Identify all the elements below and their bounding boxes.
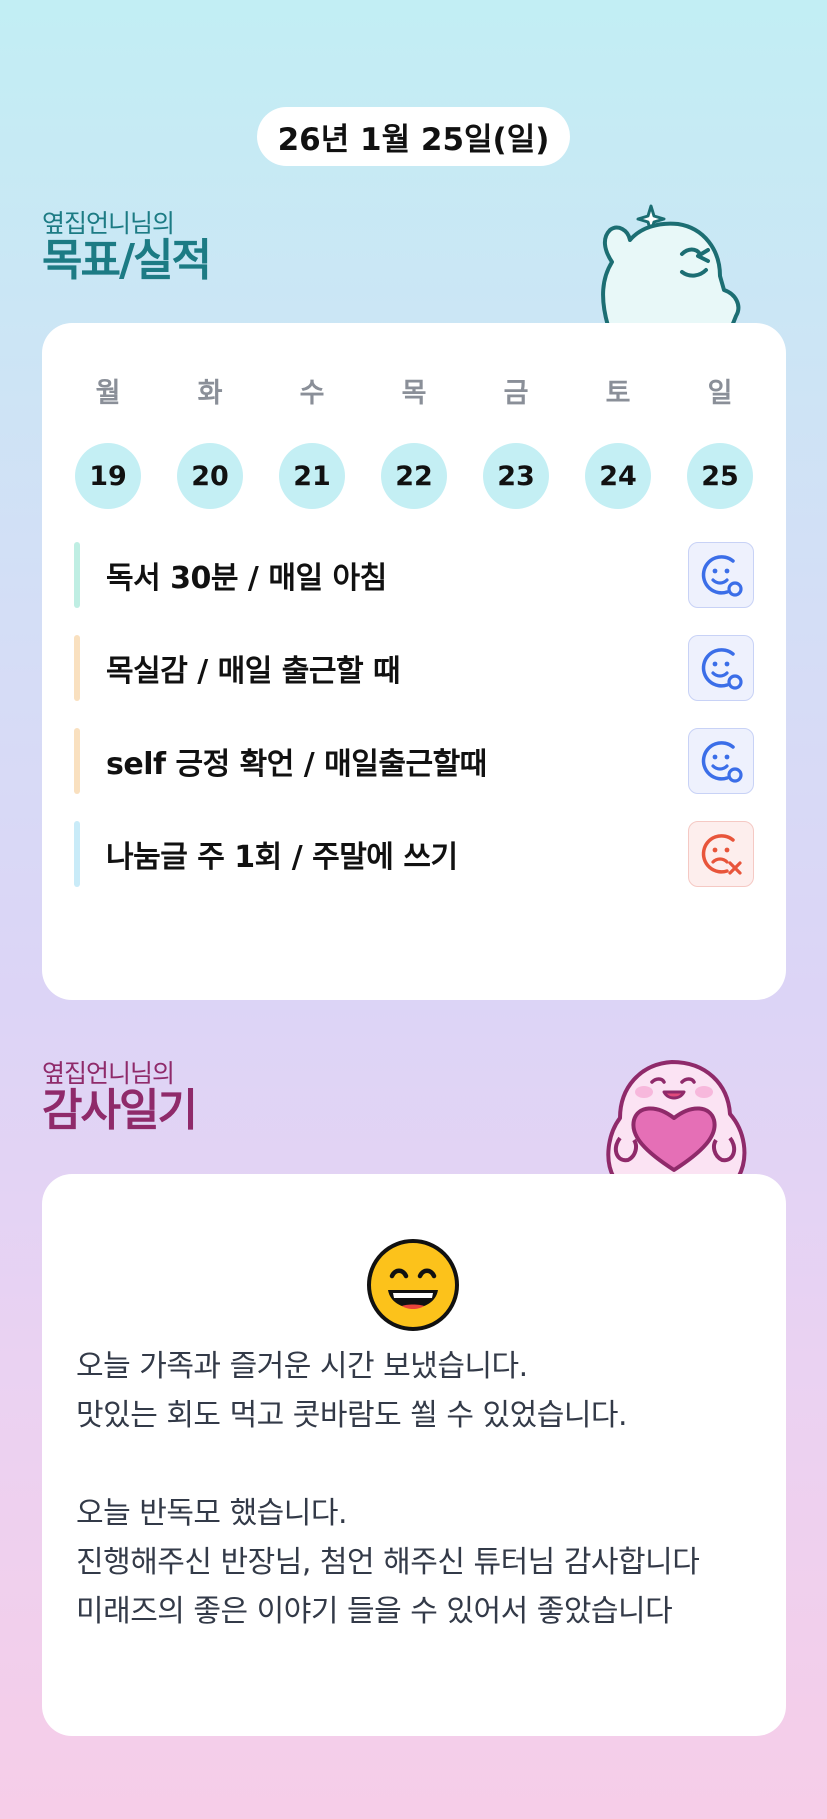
date-circle[interactable]: 20 [177,443,243,509]
weekday-label: 화 [197,378,223,409]
goal-text: 나눔글 주 1회 / 주말에 쓰기 [106,840,458,875]
weekday-label: 토 [605,378,631,409]
goal-color-bar [74,821,80,887]
goal-text: self 긍정 확언 / 매일출근할때 [106,747,487,782]
date-label: 26년 1월 25일(일) [277,122,550,158]
goal-color-bar [74,728,80,794]
smile-check-icon [701,741,743,783]
goal-item[interactable]: 독서 30분 / 매일 아침 [74,542,754,608]
goal-text: 독서 30분 / 매일 아침 [106,561,387,596]
date-circle[interactable]: 22 [381,443,447,509]
goal-item[interactable]: 나눔글 주 1회 / 주말에 쓰기 [74,821,754,887]
smile-check-icon [701,648,743,690]
day-column[interactable]: 토 24 [584,377,652,509]
goal-item[interactable]: self 긍정 확언 / 매일출근할때 [74,728,754,794]
day-column[interactable]: 목 22 [380,377,448,509]
goal-status-button[interactable] [688,542,754,608]
weekday-label: 일 [707,378,733,409]
grinning-face-icon [367,1239,459,1331]
weekday-label: 목 [401,378,427,409]
date-circle[interactable]: 23 [483,443,549,509]
day-column[interactable]: 수 21 [278,377,346,509]
smile-check-icon [701,555,743,597]
day-column[interactable]: 일 25 [686,377,754,509]
diary-owner-label: 옆집언니님의 [42,1059,175,1088]
goals-card: 월 19 화 20 수 21 목 22 금 23 토 24 일 25 독서 30분 / 매일 … [42,323,786,1000]
date-circle[interactable]: 19 [75,443,141,509]
goals-section-header: 옆집언니님의 목표/실적 [42,209,212,286]
goal-text: 목실감 / 매일 출근할 때 [106,654,401,689]
goal-status-button[interactable] [688,728,754,794]
diary-card: 오늘 가족과 즐거운 시간 보냈습니다. 맛있는 회도 먹고 콧바람도 쐴 수 … [42,1174,786,1736]
goal-color-bar [74,542,80,608]
mascot-character-icon [601,204,741,326]
weekday-label: 월 [95,378,121,409]
day-column[interactable]: 월 19 [74,377,142,509]
mascot-heart-icon [606,1060,747,1178]
diary-title: 감사일기 [42,1084,198,1136]
goals-title: 목표/실적 [42,234,212,286]
date-circle[interactable]: 24 [585,443,651,509]
goal-status-button[interactable] [688,821,754,887]
diary-text: 오늘 가족과 즐거운 시간 보냈습니다. 맛있는 회도 먹고 콧바람도 쐴 수 … [76,1349,700,1629]
goal-item[interactable]: 목실감 / 매일 출근할 때 [74,635,754,701]
date-pill: 26년 1월 25일(일) [257,107,570,166]
date-circle[interactable]: 25 [687,443,753,509]
week-calendar: 월 19 화 20 수 21 목 22 금 23 토 24 일 25 [74,377,754,509]
diary-section-header: 옆집언니님의 감사일기 [42,1059,198,1136]
day-column[interactable]: 화 20 [176,377,244,509]
weekday-label: 수 [299,378,325,409]
goals-owner-label: 옆집언니님의 [42,209,175,238]
weekday-label: 금 [503,378,529,409]
sad-x-icon [701,834,742,875]
date-circle[interactable]: 21 [279,443,345,509]
goal-status-button[interactable] [688,635,754,701]
goal-color-bar [74,635,80,701]
day-column[interactable]: 금 23 [482,377,550,509]
